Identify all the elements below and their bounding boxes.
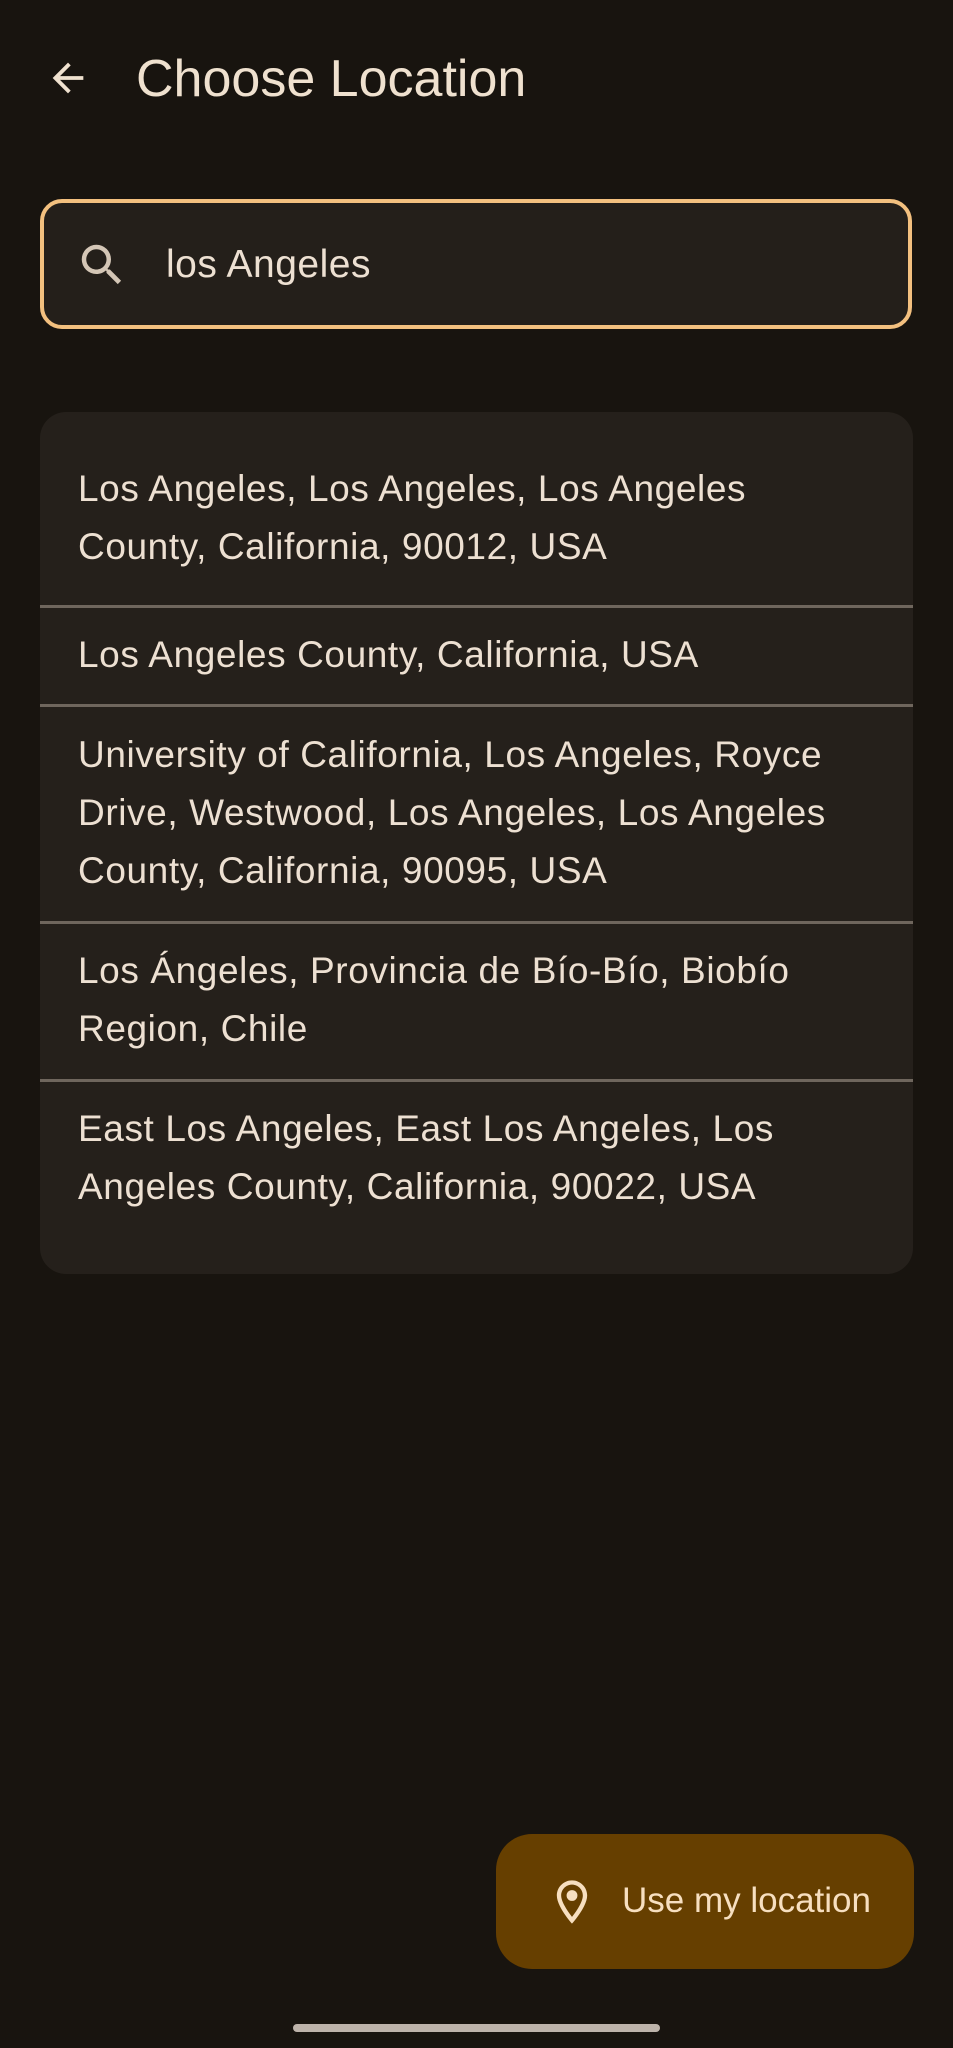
- result-text: Los Angeles County, California, USA: [78, 634, 699, 675]
- result-text: County, California, 90095, USA: [78, 850, 608, 891]
- home-indicator[interactable]: [293, 2024, 660, 2032]
- divider: [40, 1079, 913, 1082]
- result-text: Region, Chile: [78, 1008, 308, 1049]
- result-text: County, California, 90012, USA: [78, 526, 608, 567]
- result-text: Drive, Westwood, Los Angeles, Los Angele…: [78, 792, 826, 833]
- list-item[interactable]: Los Angeles County, California, USA: [40, 626, 913, 684]
- app-bar: Choose Location: [0, 0, 953, 160]
- location-pin-icon: [546, 1874, 598, 1930]
- search-input[interactable]: [166, 229, 866, 301]
- divider: [40, 605, 913, 608]
- result-text: University of California, Los Angeles, R…: [78, 734, 823, 775]
- arrow-back-icon: [52, 62, 84, 94]
- divider: [40, 921, 913, 924]
- back-button[interactable]: [34, 44, 102, 112]
- use-my-location-label: Use my location: [622, 1881, 871, 1920]
- list-item[interactable]: Los Angeles, Los Angeles, Los Angeles Co…: [40, 460, 913, 576]
- results-list: Los Angeles, Los Angeles, Los Angeles Co…: [40, 412, 913, 1274]
- result-text: East Los Angeles, East Los Angeles, Los: [78, 1108, 775, 1149]
- search-icon: [74, 237, 130, 293]
- result-text: Los Angeles, Los Angeles, Los Angeles: [78, 468, 747, 509]
- use-my-location-button[interactable]: Use my location: [496, 1834, 914, 1969]
- page-title: Choose Location: [136, 50, 527, 108]
- divider: [40, 704, 913, 707]
- list-item[interactable]: University of California, Los Angeles, R…: [40, 726, 913, 900]
- result-text: Los Ángeles, Provincia de Bío-Bío, Biobí…: [78, 950, 790, 991]
- list-item[interactable]: East Los Angeles, East Los Angeles, Los …: [40, 1100, 913, 1216]
- list-item[interactable]: Los Ángeles, Provincia de Bío-Bío, Biobí…: [40, 942, 913, 1058]
- result-text: Angeles County, California, 90022, USA: [78, 1166, 757, 1207]
- search-field[interactable]: [40, 199, 912, 329]
